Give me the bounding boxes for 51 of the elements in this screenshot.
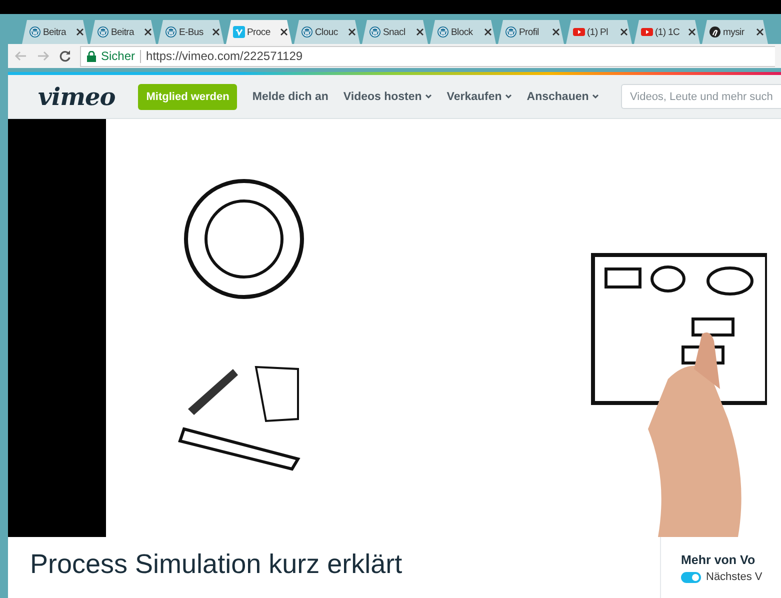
youtube-icon: [641, 26, 653, 38]
cat-icon: [709, 26, 721, 38]
wordpress-icon: [29, 26, 41, 38]
browser-tab[interactable]: Snacl: [362, 20, 428, 44]
close-icon[interactable]: [688, 28, 696, 36]
browser-tab[interactable]: E-Bus: [158, 20, 224, 44]
caret-icon: [592, 94, 599, 99]
browser-tab[interactable]: mysir: [702, 20, 768, 44]
autoplay-toggle[interactable]: [681, 572, 701, 582]
close-icon[interactable]: [756, 28, 764, 36]
lock-icon: [87, 50, 96, 62]
autoplay-label: Nächstes V: [706, 571, 762, 583]
browser-tab[interactable]: Proce: [226, 20, 292, 44]
close-icon[interactable]: [416, 28, 424, 36]
browser-tab[interactable]: Clouc: [294, 20, 360, 44]
browser-tab[interactable]: Beitra: [22, 20, 88, 44]
caret-icon: [504, 94, 512, 99]
close-icon[interactable]: [212, 28, 220, 36]
wordpress-icon: [165, 26, 177, 38]
wordpress-icon: [369, 26, 381, 38]
close-icon[interactable]: [552, 28, 560, 36]
browser-tab[interactable]: (1) Pl: [566, 20, 632, 44]
close-icon[interactable]: [484, 28, 492, 36]
close-icon[interactable]: [280, 28, 288, 36]
url-text: https://vimeo.com/222571129: [146, 49, 303, 63]
close-icon[interactable]: [620, 28, 628, 36]
browser-tab[interactable]: Profil: [498, 20, 564, 44]
caret-icon: [424, 94, 432, 99]
close-icon[interactable]: [144, 28, 152, 36]
wordpress-icon: [437, 26, 449, 38]
nav-menu[interactable]: Verkaufen: [446, 90, 512, 102]
browser-tab[interactable]: Beitra: [90, 20, 156, 44]
vimeo-icon: [233, 26, 245, 38]
login-link[interactable]: Melde dich an: [252, 90, 328, 102]
nav-menu[interactable]: Anschauen: [526, 90, 599, 102]
close-icon[interactable]: [76, 28, 84, 36]
search-field[interactable]: Videos, Leute und mehr such: [621, 84, 781, 109]
security-label: Sicher: [101, 49, 136, 63]
youtube-icon: [573, 26, 585, 38]
close-icon[interactable]: [348, 28, 356, 36]
nav-menu[interactable]: Videos hosten: [343, 90, 432, 102]
browser-tab[interactable]: Block: [430, 20, 496, 44]
video-title: Process Simulation kurz erklärt: [30, 549, 404, 580]
wordpress-icon: [301, 26, 313, 38]
wordpress-icon: [505, 26, 517, 38]
wordpress-icon: [97, 26, 109, 38]
site-logo[interactable]: vimeo: [38, 82, 116, 111]
browser-tab[interactable]: (1) 1C: [634, 20, 700, 44]
reload-icon[interactable]: [58, 49, 72, 63]
address-field[interactable]: Sicher https://vimeo.com/222571129: [80, 46, 775, 66]
section-heading: Mehr von Vo: [681, 553, 756, 567]
